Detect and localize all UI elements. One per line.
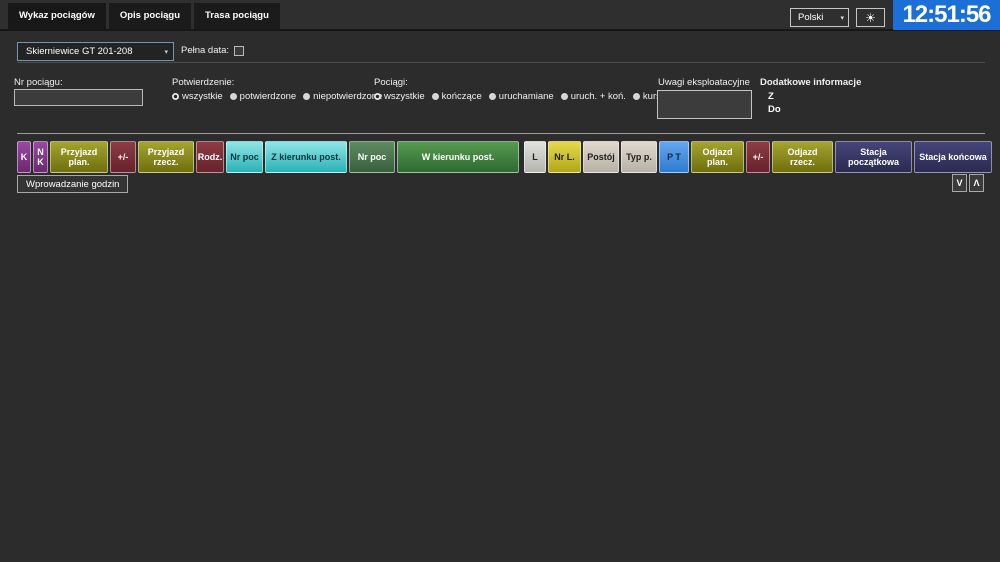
additional-info-from-label: Z (768, 91, 774, 102)
column-header-przyjazd-rzecz[interactable]: Przyjazd rzecz. (138, 141, 194, 173)
radio-icon (489, 93, 496, 100)
column-header-nr-l[interactable]: Nr L. (548, 141, 581, 173)
brightness-toggle-button[interactable]: ☀ (856, 8, 885, 27)
train-number-input[interactable] (14, 89, 143, 106)
radio-icon (561, 93, 568, 100)
column-header-przyjazd-plan[interactable]: Przyjazd plan. (50, 141, 108, 173)
radio-icon (230, 93, 237, 100)
radio-option-niepotwierdzone[interactable]: niepotwierdzone (303, 91, 382, 102)
digital-clock: 12:51:56 (893, 0, 1000, 30)
radio-label: kończące (442, 91, 482, 102)
column-header-stacja-poczatkowa[interactable]: Stacja początkowa (835, 141, 912, 173)
full-date-field: Pełna data: (181, 45, 244, 56)
trains-filter-label: Pociągi: (374, 77, 408, 88)
column-header-odjazd-plan[interactable]: Odjazd plan. (691, 141, 744, 173)
column-header-nr-poc-out[interactable]: Nr poc (349, 141, 395, 173)
radio-label: wszystkie (384, 91, 425, 102)
radio-option-uruch-kon[interactable]: uruch. + koń. (561, 91, 626, 102)
table-header-row: K N K Przyjazd plan. +/- Przyjazd rzecz.… (17, 141, 992, 173)
column-header-stacja-koncowa[interactable]: Stacja końcowa (914, 141, 992, 173)
column-header-w-kierunku[interactable]: W kierunku post. (397, 141, 519, 173)
column-header-p-t[interactable]: P T (659, 141, 689, 173)
column-header-postoj[interactable]: Postój (583, 141, 619, 173)
radio-label: uruch. + koń. (571, 91, 626, 102)
app-window: Wykaz pociągów Opis pociągu Trasa pociąg… (0, 0, 1000, 562)
column-header-nr-poc-in[interactable]: Nr poc (226, 141, 263, 173)
language-select[interactable]: Polski ▾ (790, 8, 849, 27)
train-number-label: Nr pociągu: (14, 77, 63, 88)
chevron-down-icon: ▾ (840, 14, 844, 22)
tab-opis-pociagu[interactable]: Opis pociągu (109, 3, 191, 29)
radio-icon (432, 93, 439, 100)
radio-label: potwierdzone (240, 91, 297, 102)
full-date-checkbox[interactable] (234, 46, 244, 56)
additional-info-label: Dodatkowe informacje (760, 77, 861, 88)
column-header-plus-minus-1[interactable]: +/- (110, 141, 136, 173)
radio-option-uruchamiane[interactable]: uruchamiane (489, 91, 554, 102)
radio-option-wszystkie[interactable]: wszystkie (172, 91, 223, 102)
radio-icon (374, 93, 381, 100)
language-select-value: Polski (798, 12, 823, 23)
tab-trasa-pociagu[interactable]: Trasa pociągu (194, 3, 280, 29)
operational-remarks-label: Uwagi eksploatacyjne (658, 77, 750, 88)
enter-times-button[interactable]: Wprowadzanie godzin (17, 175, 128, 193)
confirmation-radio-group: wszystkie potwierdzone niepotwierdzone (172, 91, 382, 102)
radio-label: wszystkie (182, 91, 223, 102)
tab-wykaz-pociagow[interactable]: Wykaz pociągów (8, 3, 106, 29)
column-header-k[interactable]: K (17, 141, 31, 173)
full-date-label: Pełna data: (181, 45, 229, 56)
top-bar: Wykaz pociągów Opis pociągu Trasa pociąg… (0, 0, 1000, 31)
column-header-rodz[interactable]: Rodz. (196, 141, 224, 173)
divider (17, 62, 985, 63)
tab-bar: Wykaz pociągów Opis pociągu Trasa pociąg… (8, 3, 280, 29)
radio-label: uruchamiane (499, 91, 554, 102)
scroll-down-button[interactable]: V (952, 174, 967, 192)
trains-radio-group: wszystkie kończące uruchamiane uruch. + … (374, 91, 684, 102)
column-header-z-kierunku[interactable]: Z kierunku post. (265, 141, 347, 173)
radio-icon (303, 93, 310, 100)
station-select-value: Skierniewice GT 201-208 (26, 46, 133, 57)
sun-icon: ☀ (865, 11, 876, 25)
additional-info-to-label: Do (768, 104, 781, 115)
station-select[interactable]: Skierniewice GT 201-208 ▾ (17, 42, 174, 61)
operational-remarks-textarea[interactable] (657, 90, 752, 119)
radio-icon (172, 93, 179, 100)
divider (17, 133, 985, 134)
scroll-up-button[interactable]: Λ (969, 174, 984, 192)
column-header-odjazd-rzecz[interactable]: Odjazd rzecz. (772, 141, 833, 173)
radio-icon (633, 93, 640, 100)
radio-label: niepotwierdzone (313, 91, 382, 102)
radio-option-potwierdzone[interactable]: potwierdzone (230, 91, 297, 102)
column-header-nk[interactable]: N K (33, 141, 48, 173)
radio-option-wszystkie[interactable]: wszystkie (374, 91, 425, 102)
column-header-l[interactable]: L (524, 141, 546, 173)
radio-option-konczace[interactable]: kończące (432, 91, 482, 102)
column-header-typ-p[interactable]: Typ p. (621, 141, 657, 173)
confirmation-label: Potwierdzenie: (172, 77, 234, 88)
chevron-down-icon: ▾ (164, 48, 168, 56)
column-header-plus-minus-2[interactable]: +/- (746, 141, 770, 173)
